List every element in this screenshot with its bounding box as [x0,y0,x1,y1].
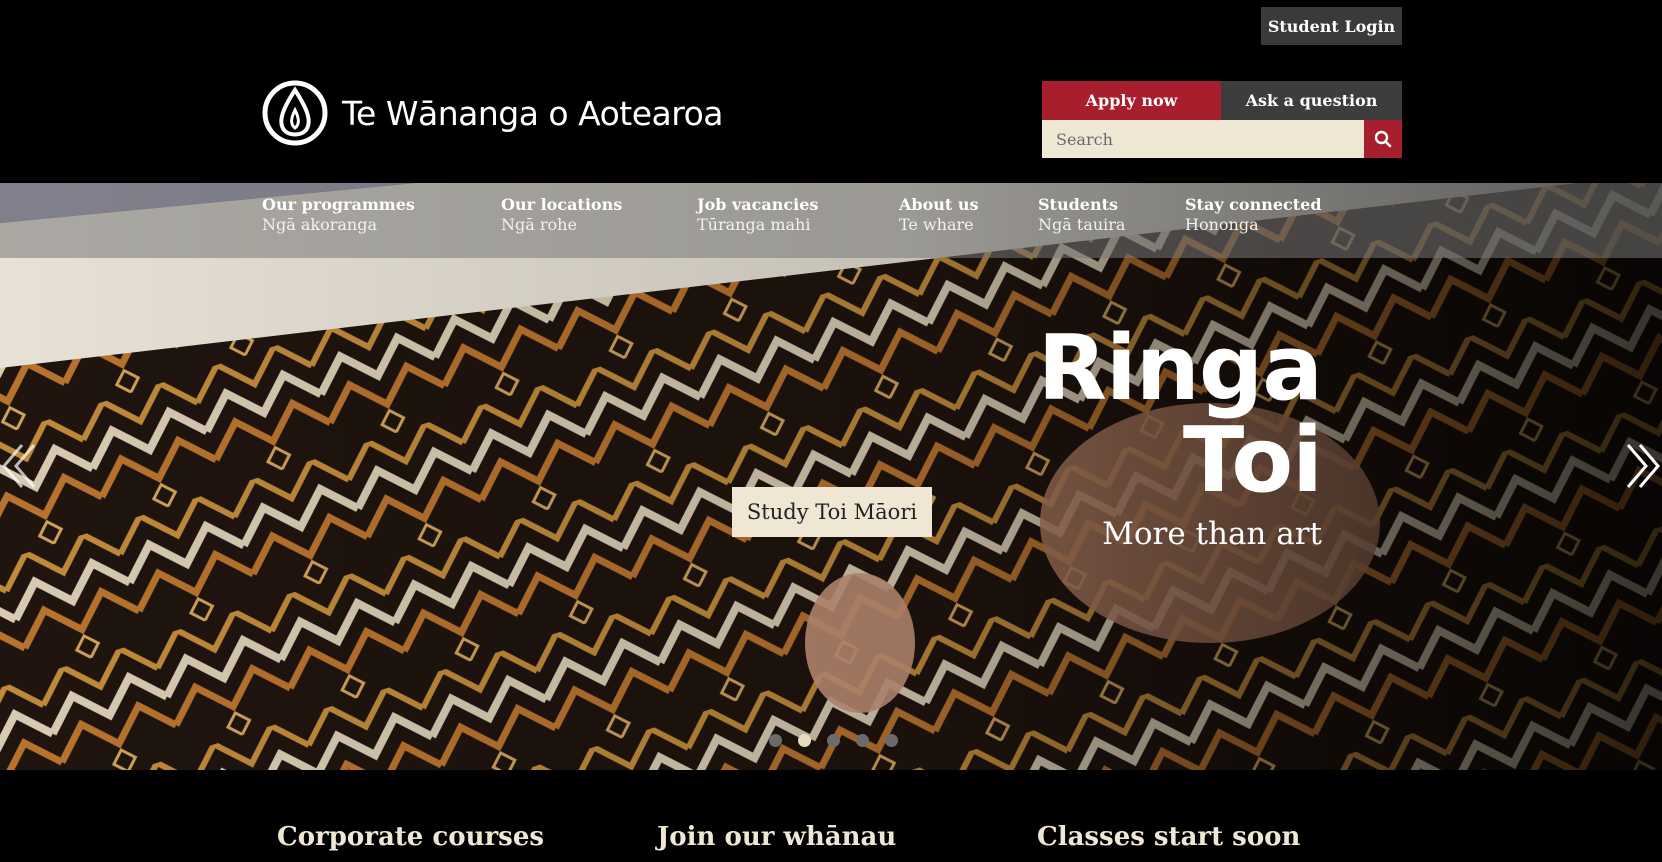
chevron-left-icon [2,444,36,488]
hero-headline-line1: Ringa [1037,316,1323,421]
hero-image [0,183,1662,770]
apply-now-button[interactable]: Apply now [1042,81,1221,120]
hero-subline: More than art [1102,516,1322,552]
nav-item-students[interactable]: Students Ngā tauira [1038,195,1125,235]
feature-join-whanau[interactable]: Join our whānau [657,822,896,852]
carousel-next-button[interactable] [1624,441,1662,495]
nav-label-en: Our locations [501,195,623,214]
site-logo[interactable]: Te Wānanga o Aotearoa [262,80,724,146]
nav-label-en: Students [1038,195,1118,214]
nav-item-jobs[interactable]: Job vacancies Tūranga mahi [697,195,818,235]
main-nav: Our programmes Ngā akoranga Our location… [0,183,1662,258]
carousel-dot[interactable] [827,734,840,747]
nav-label-mi: Ngā rohe [501,215,577,234]
carousel-prev-button[interactable] [0,441,38,495]
chevron-right-icon [1626,444,1660,488]
nav-item-programmes[interactable]: Our programmes Ngā akoranga [262,195,415,235]
nav-item-about[interactable]: About us Te whare [899,195,979,235]
carousel-dot[interactable] [885,734,898,747]
feature-corporate-courses[interactable]: Corporate courses [277,822,544,852]
study-toi-maori-button[interactable]: Study Toi Māori [732,487,932,537]
logo-icon [262,80,328,146]
nav-label-en: About us [899,195,979,214]
nav-label-mi: Tūranga mahi [697,215,811,234]
nav-label-mi: Te whare [899,215,974,234]
logo-text: Te Wānanga o Aotearoa [342,93,724,133]
nav-item-locations[interactable]: Our locations Ngā rohe [501,195,622,235]
carousel-dots [769,734,898,747]
search-bar [1042,120,1402,158]
feature-classes-start[interactable]: Classes start soon [1037,822,1300,852]
hero-headline: Ringa Toi [1037,316,1323,513]
nav-item-connected[interactable]: Stay connected Hononga [1185,195,1322,235]
student-login-button[interactable]: Student Login [1261,7,1402,45]
hero-headline-line2: Toi [1182,408,1323,513]
nav-label-en: Job vacancies [697,195,819,214]
ask-question-button[interactable]: Ask a question [1221,81,1402,120]
search-input[interactable] [1042,120,1364,158]
carousel-dot[interactable] [769,734,782,747]
search-icon [1374,130,1392,148]
nav-label-en: Our programmes [262,195,415,214]
nav-label-mi: Hononga [1185,215,1259,234]
carousel-dot-active[interactable] [798,734,811,747]
search-button[interactable] [1364,120,1402,158]
carousel-dot[interactable] [856,734,869,747]
features-section: Corporate courses Join our whānau Classe… [0,770,1662,862]
nav-label-mi: Ngā tauira [1038,215,1126,234]
nav-label-mi: Ngā akoranga [262,215,378,234]
hero-carousel: Our programmes Ngā akoranga Our location… [0,183,1662,770]
nav-label-en: Stay connected [1185,195,1322,214]
